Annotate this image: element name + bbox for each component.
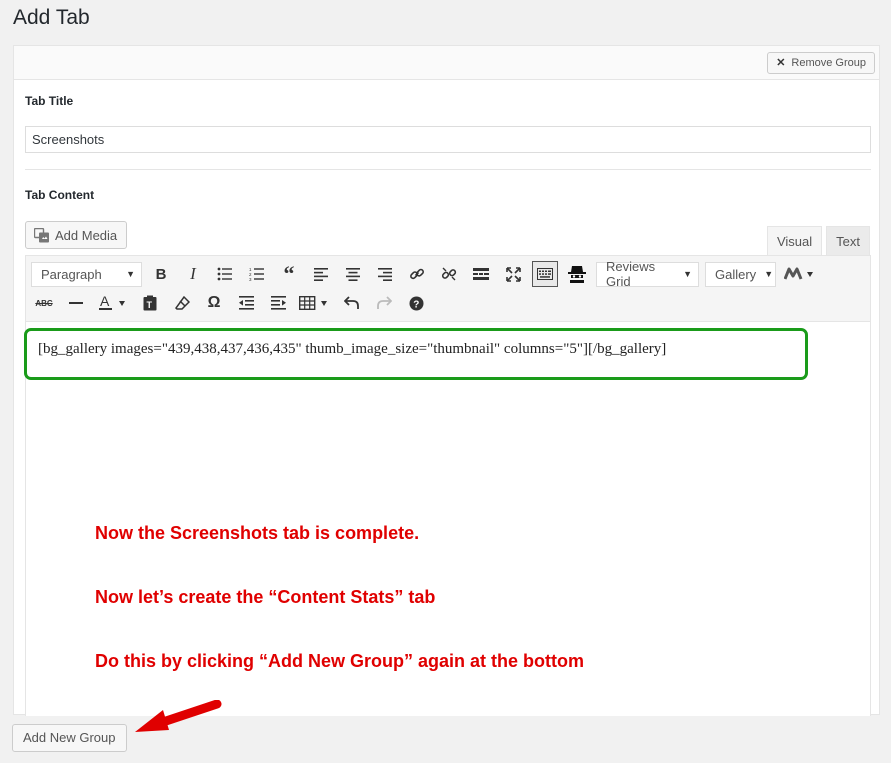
add-media-button[interactable]: Add Media — [25, 221, 128, 249]
svg-text:3: 3 — [249, 277, 252, 281]
editor-content[interactable]: [bg_gallery images="439,438,437,436,435"… — [24, 322, 870, 717]
tab-content-label: Tab Content — [25, 188, 95, 202]
undo-icon[interactable] — [339, 290, 365, 316]
chevron-down-icon: ▼ — [683, 269, 692, 279]
text-color-icon[interactable]: A — [95, 290, 131, 316]
add-media-label: Add Media — [55, 227, 118, 243]
special-character-icon[interactable]: Ω — [201, 290, 227, 316]
tab-text[interactable]: Text — [826, 226, 870, 255]
horizontal-line-icon[interactable] — [63, 290, 89, 316]
spy-icon[interactable] — [564, 261, 590, 287]
align-center-icon[interactable] — [340, 261, 366, 287]
svg-text:T: T — [147, 300, 153, 310]
editor-mode-tabs: Visual Text — [766, 226, 870, 255]
fullscreen-icon[interactable] — [500, 261, 526, 287]
remove-group-button[interactable]: ✕ Remove Group — [767, 52, 875, 74]
remove-group-label: Remove Group — [791, 57, 866, 69]
svg-text:?: ? — [413, 299, 419, 310]
bullet-list-icon[interactable] — [212, 261, 238, 287]
editor: Paragraph ▼ B I 123 “ Reviews Grid ▼ Gal… — [24, 255, 871, 717]
blockquote-icon[interactable]: “ — [276, 261, 302, 287]
chevron-down-icon: ▼ — [126, 269, 135, 279]
italic-icon[interactable]: I — [180, 261, 206, 287]
close-icon: ✕ — [776, 57, 786, 69]
media-icon — [33, 227, 50, 243]
gallery-value: Gallery — [715, 266, 757, 282]
shortcode-text: [bg_gallery images="439,438,437,436,435"… — [38, 341, 667, 357]
add-new-group-button[interactable]: Add New Group — [12, 724, 127, 752]
help-icon[interactable]: ? — [403, 290, 429, 316]
tab-visual[interactable]: Visual — [766, 226, 823, 255]
gallery-select[interactable]: Gallery ▼ — [705, 261, 776, 287]
decrease-indent-icon[interactable] — [233, 290, 259, 316]
divider — [25, 169, 871, 170]
format-select[interactable]: Paragraph ▼ — [31, 261, 142, 287]
insert-link-icon[interactable] — [404, 261, 430, 287]
reviews-grid-value: Reviews Grid — [606, 259, 656, 289]
plugin-menu-icon[interactable] — [782, 261, 818, 287]
tab-title-input[interactable]: Screenshots — [25, 126, 871, 153]
annotation-3: Do this by clicking “Add New Group” agai… — [95, 651, 585, 671]
redo-icon[interactable] — [371, 290, 397, 316]
strikethrough-icon[interactable]: ABC — [31, 290, 57, 316]
remove-link-icon[interactable] — [436, 261, 462, 287]
reviews-grid-select[interactable]: Reviews Grid ▼ — [596, 259, 699, 289]
chevron-down-icon: ▼ — [764, 269, 774, 279]
align-left-icon[interactable] — [308, 261, 334, 287]
increase-indent-icon[interactable] — [265, 290, 291, 316]
paste-as-text-icon[interactable]: T — [137, 290, 163, 316]
read-more-icon[interactable] — [468, 261, 494, 287]
annotation-1: Now the Screenshots tab is complete. — [95, 523, 420, 543]
svg-text:A: A — [100, 294, 110, 309]
table-icon[interactable] — [297, 290, 333, 316]
clear-formatting-icon[interactable] — [169, 290, 195, 316]
group-header: ✕ Remove Group — [14, 46, 879, 80]
numbered-list-icon[interactable]: 123 — [244, 261, 270, 287]
format-select-value: Paragraph — [41, 266, 102, 282]
page-title: Add Tab — [13, 6, 90, 29]
tab-group: ✕ Remove Group Tab Title Screenshots Tab… — [13, 45, 880, 717]
toolbar-toggle-icon[interactable] — [532, 261, 558, 287]
annotation-2: Now let’s create the “Content Stats” tab — [95, 587, 436, 607]
bold-icon[interactable]: B — [148, 261, 174, 287]
editor-toolbar: Paragraph ▼ B I 123 “ Reviews Grid ▼ Gal… — [26, 256, 870, 322]
pointer-arrow-icon — [135, 700, 222, 732]
tab-title-label: Tab Title — [25, 94, 74, 108]
align-right-icon[interactable] — [372, 261, 398, 287]
